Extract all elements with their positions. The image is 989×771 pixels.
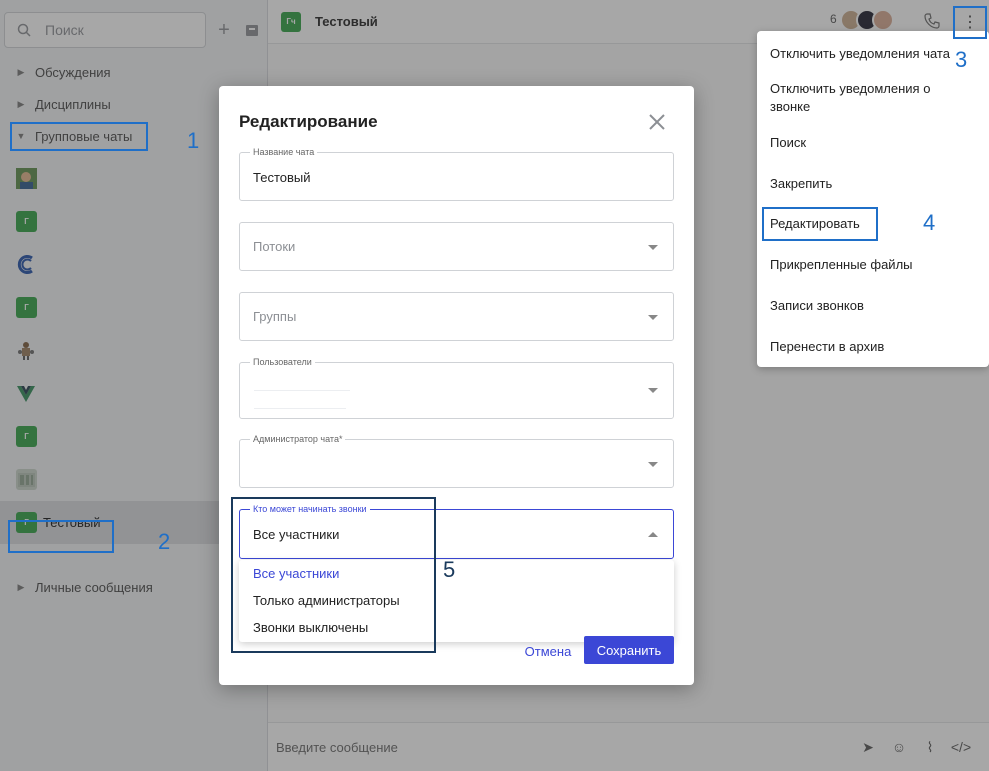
menu-item-attached-files[interactable]: Прикрепленные файлы	[770, 256, 970, 274]
menu-item-mute-chat[interactable]: Отключить уведомления чата	[770, 45, 970, 63]
menu-item-call-records[interactable]: Записи звонков	[770, 297, 970, 315]
blurred-chip	[254, 408, 346, 409]
chevron-up-icon	[648, 532, 658, 537]
annotation-number-3: 3	[955, 47, 968, 72]
admin-select[interactable]: Администратор чата*	[239, 434, 674, 488]
close-icon[interactable]	[647, 112, 667, 132]
menu-item-archive[interactable]: Перенести в архив	[770, 338, 970, 356]
field-placeholder: Группы	[253, 309, 297, 324]
chevron-down-icon	[648, 462, 658, 467]
menu-item-pin[interactable]: Закрепить	[770, 175, 970, 193]
context-menu: Отключить уведомления чата Отключить уве…	[757, 31, 989, 367]
modal-title: Редактирование	[239, 112, 378, 131]
field-value: Тестовый	[253, 170, 311, 185]
users-select[interactable]: Пользователи	[239, 357, 674, 419]
save-button[interactable]: Сохранить	[584, 636, 674, 664]
chevron-down-icon	[648, 315, 658, 320]
blurred-chip	[254, 390, 350, 391]
menu-item-search[interactable]: Поиск	[770, 134, 970, 152]
groups-select[interactable]: Группы	[239, 292, 674, 341]
field-placeholder: Потоки	[253, 239, 296, 254]
field-label: Пользователи	[250, 357, 315, 367]
menu-item-mute-calls[interactable]: Отключить уведомления о звонке	[770, 80, 970, 116]
field-label: Название чата	[250, 147, 318, 157]
field-label: Администратор чата*	[250, 434, 346, 444]
annotation-box-1	[10, 122, 148, 151]
chevron-down-icon	[648, 388, 658, 393]
streams-select[interactable]: Потоки	[239, 222, 674, 271]
annotation-box-3	[953, 6, 987, 39]
annotation-box-4	[762, 207, 878, 241]
cancel-button[interactable]: Отмена	[520, 638, 576, 664]
chat-name-field[interactable]: Название чата Тестовый	[239, 147, 674, 201]
annotation-number-2: 2	[158, 529, 171, 554]
annotation-number-1: 1	[187, 128, 200, 153]
annotation-number-4: 4	[923, 210, 936, 235]
annotation-number-5: 5	[443, 557, 456, 582]
chevron-down-icon	[648, 245, 658, 250]
annotation-box-5	[231, 497, 436, 653]
annotation-box-2	[8, 520, 114, 553]
